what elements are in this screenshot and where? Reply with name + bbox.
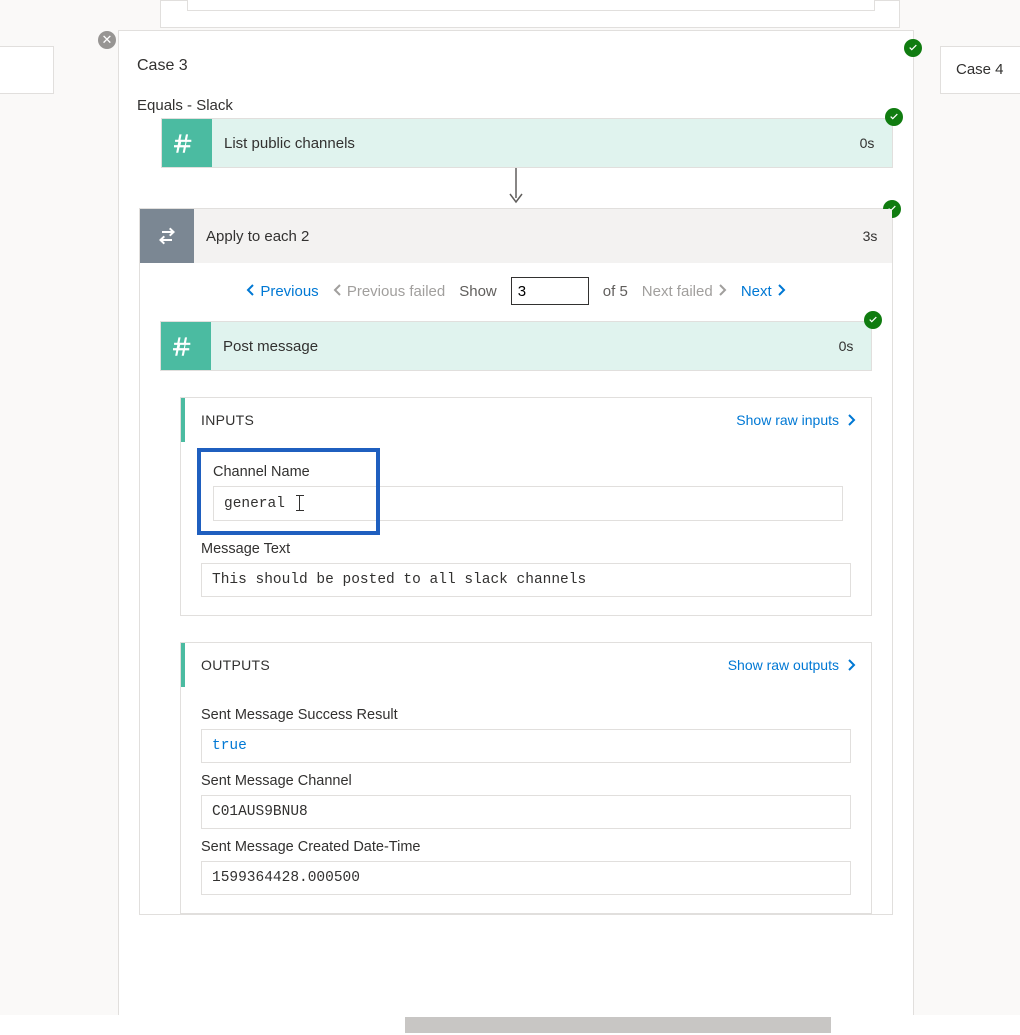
sent-datetime-label: Sent Message Created Date-Time xyxy=(201,839,851,855)
success-label: Sent Message Success Result xyxy=(201,707,851,723)
step-title: Apply to each 2 xyxy=(194,209,848,263)
check-icon xyxy=(864,311,882,329)
post-message-action: Post message 0s xyxy=(160,321,872,371)
inputs-header: INPUTS Show raw inputs xyxy=(181,398,871,442)
text-caret-icon xyxy=(299,495,300,511)
step-list-public-channels[interactable]: List public channels 0s xyxy=(161,118,893,168)
check-icon xyxy=(904,39,922,57)
inputs-label: INPUTS xyxy=(201,412,254,428)
message-text-label: Message Text xyxy=(201,541,851,557)
next-button[interactable]: Next xyxy=(741,283,786,300)
channel-name-value: general xyxy=(213,486,843,521)
slack-icon xyxy=(162,119,212,167)
previous-button[interactable]: Previous xyxy=(246,283,319,300)
show-raw-outputs-button[interactable]: Show raw outputs xyxy=(728,657,857,673)
show-label: Show xyxy=(459,283,497,300)
apply-to-each-panel: Apply to each 2 3s Previous Previous fai… xyxy=(139,208,893,915)
step-time: 3s xyxy=(848,209,892,263)
next-failed-button[interactable]: Next failed xyxy=(642,283,727,300)
case-card-peek-left xyxy=(0,46,54,94)
inputs-section: INPUTS Show raw inputs Channel Name gene… xyxy=(180,397,872,616)
case3-title: Case 3 xyxy=(119,49,913,97)
outputs-label: OUTPUTS xyxy=(201,657,270,673)
sent-channel-label: Sent Message Channel xyxy=(201,773,851,789)
arrow-down-icon xyxy=(119,168,913,208)
case4-label: Case 4 xyxy=(956,61,1004,78)
iteration-input[interactable] xyxy=(511,277,589,305)
of-total: of 5 xyxy=(603,283,628,300)
iteration-pager: Previous Previous failed Show of 5 Next … xyxy=(140,263,892,321)
message-text-value: This should be posted to all slack chann… xyxy=(201,563,851,597)
sent-channel-value: C01AUS9BNU8 xyxy=(201,795,851,829)
prev-step-inner-stub xyxy=(187,0,875,11)
case-card-case4[interactable]: Case 4 xyxy=(940,46,1020,94)
outputs-section: OUTPUTS Show raw outputs Sent Message Su… xyxy=(180,642,872,914)
scroll-thumb[interactable] xyxy=(405,1017,831,1033)
apply-to-each-header[interactable]: Apply to each 2 3s xyxy=(140,209,892,263)
close-icon[interactable]: ✕ xyxy=(98,31,116,49)
step-post-message[interactable]: Post message 0s xyxy=(160,321,872,371)
step-title: List public channels xyxy=(212,119,842,167)
previous-failed-button[interactable]: Previous failed xyxy=(333,283,446,300)
prev-step-card-stub xyxy=(160,0,900,28)
slack-icon xyxy=(161,322,211,370)
outputs-header: OUTPUTS Show raw outputs xyxy=(181,643,871,687)
check-icon xyxy=(885,108,903,126)
step-time: 0s xyxy=(821,322,871,370)
sent-datetime-value: 1599364428.000500 xyxy=(201,861,851,895)
step-time: 0s xyxy=(842,119,892,167)
case3-panel: Case 3 Equals - Slack List public channe… xyxy=(118,30,914,1030)
step-title: Post message xyxy=(211,322,821,370)
equals-label: Equals - Slack xyxy=(119,97,913,118)
success-value: true xyxy=(201,729,851,763)
loop-icon xyxy=(140,209,194,263)
channel-name-label: Channel Name xyxy=(213,464,364,480)
horizontal-scrollbar[interactable] xyxy=(0,1015,1020,1035)
show-raw-inputs-button[interactable]: Show raw inputs xyxy=(736,412,857,428)
